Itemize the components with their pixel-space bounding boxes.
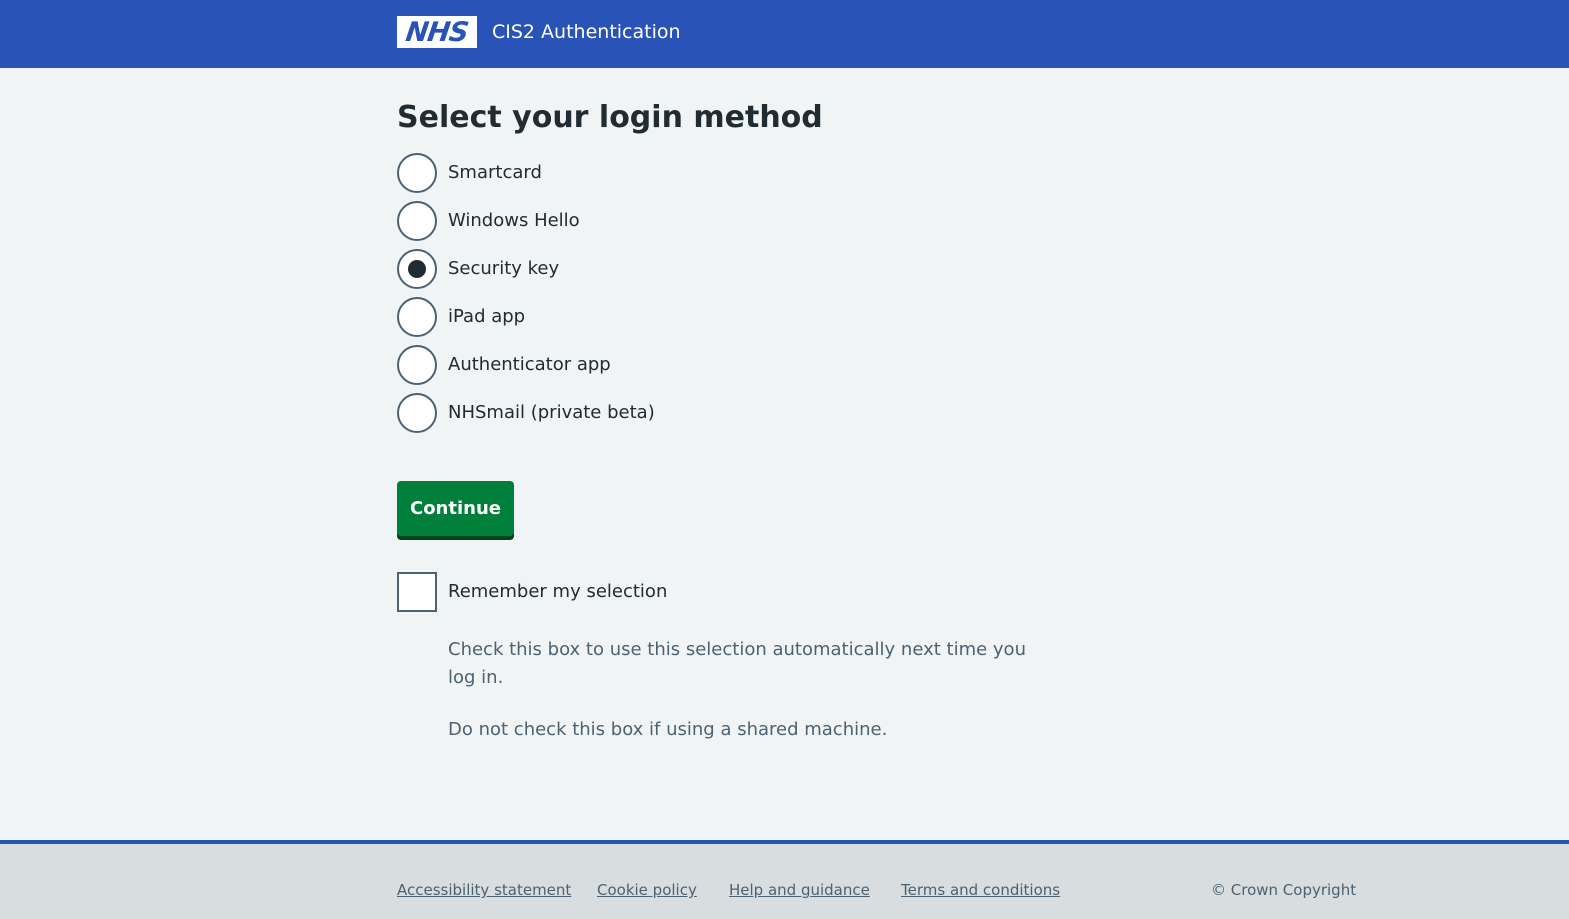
radio-ipad-app[interactable]: iPad app xyxy=(397,297,525,337)
footer-link-terms[interactable]: Terms and conditions xyxy=(901,880,1060,900)
radio-windows-hello[interactable]: Windows Hello xyxy=(397,201,580,241)
site-header: NHS CIS2 Authentication xyxy=(0,0,1569,68)
radio-label[interactable]: Smartcard xyxy=(448,161,542,185)
radio-label[interactable]: iPad app xyxy=(448,305,525,329)
radio-button[interactable] xyxy=(397,201,437,241)
page-title: Select your login method xyxy=(397,100,823,135)
radio-authenticator-app[interactable]: Authenticator app xyxy=(397,345,611,385)
radio-label[interactable]: NHSmail (private beta) xyxy=(448,401,655,425)
radio-button[interactable] xyxy=(397,153,437,193)
footer-link-accessibility[interactable]: Accessibility statement xyxy=(397,880,571,900)
nhs-logo-text: NHS xyxy=(403,16,470,48)
radio-button[interactable] xyxy=(397,393,437,433)
radio-label[interactable]: Security key xyxy=(448,257,559,281)
radio-button-selected[interactable] xyxy=(397,249,437,289)
radio-button[interactable] xyxy=(397,345,437,385)
copyright-text: © Crown Copyright xyxy=(1211,881,1357,899)
site-footer: Accessibility statement Cookie policy He… xyxy=(0,840,1569,919)
radio-security-key[interactable]: Security key xyxy=(397,249,559,289)
remember-hint: Check this box to use this selection aut… xyxy=(448,639,1026,688)
radio-label[interactable]: Authenticator app xyxy=(448,353,611,377)
radio-button[interactable] xyxy=(397,297,437,337)
radio-nhsmail[interactable]: NHSmail (private beta) xyxy=(397,393,655,433)
footer-link-help[interactable]: Help and guidance xyxy=(729,880,870,900)
radio-smartcard[interactable]: Smartcard xyxy=(397,153,542,193)
service-name[interactable]: CIS2 Authentication xyxy=(492,20,681,44)
radio-label[interactable]: Windows Hello xyxy=(448,209,580,233)
footer-link-cookie-policy[interactable]: Cookie policy xyxy=(597,880,697,900)
shared-machine-hint: Do not check this box if using a shared … xyxy=(448,719,888,740)
remember-selection-checkbox[interactable]: Remember my selection xyxy=(397,572,667,612)
checkbox[interactable] xyxy=(397,572,437,612)
continue-button[interactable]: Continue xyxy=(397,481,514,536)
nhs-logo[interactable]: NHS xyxy=(397,16,477,48)
checkbox-label[interactable]: Remember my selection xyxy=(448,580,667,604)
